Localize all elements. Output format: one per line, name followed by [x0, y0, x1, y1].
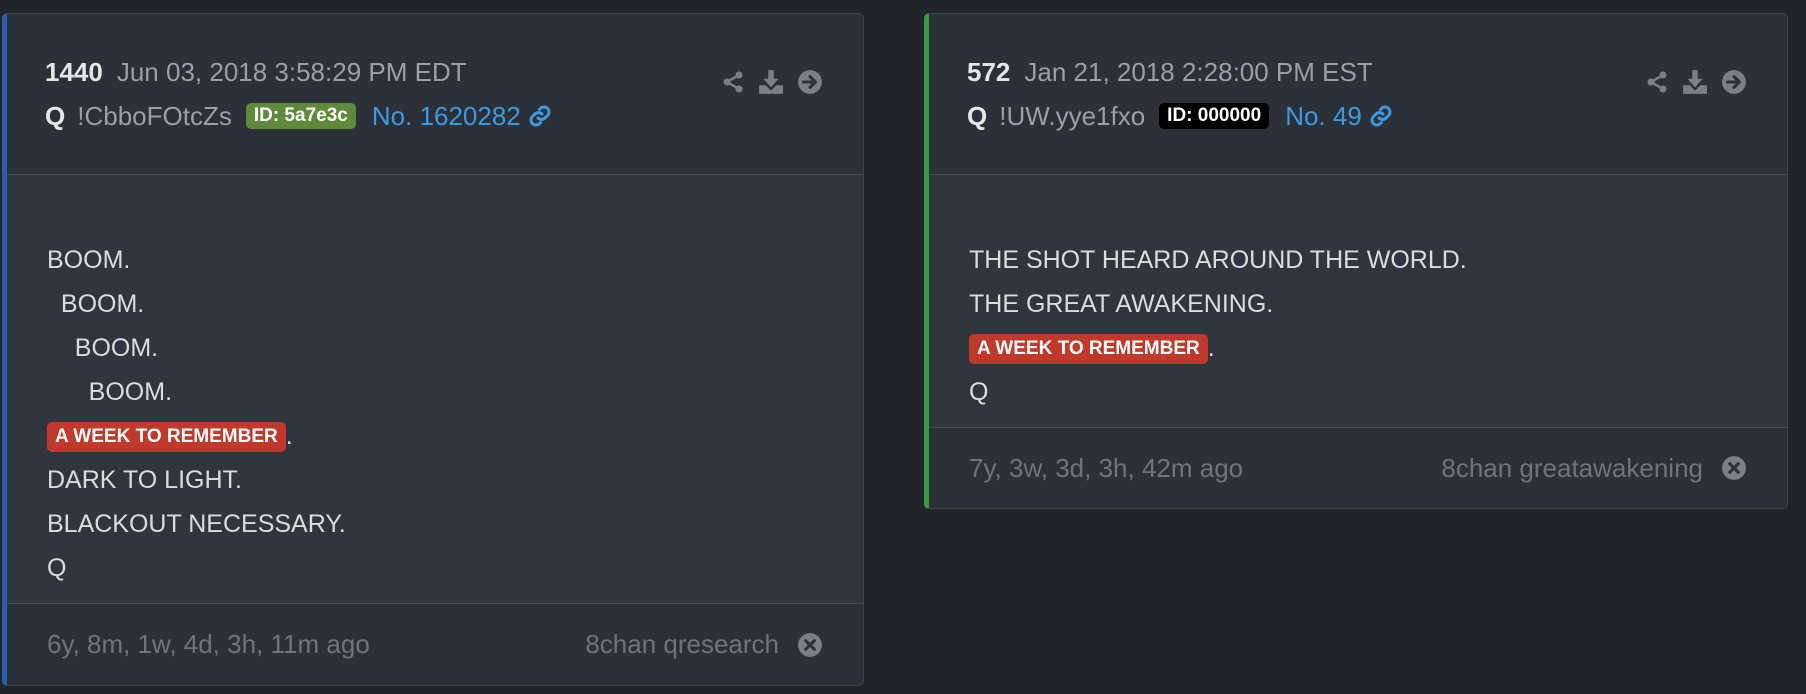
close-circle-icon[interactable]: [797, 632, 823, 658]
highlight-tag: A WEEK TO REMEMBER: [969, 334, 1208, 365]
post-card: 1440 Jun 03, 2018 3:58:29 PM EDT Q !Cbbo…: [2, 13, 864, 686]
highlight-tag: A WEEK TO REMEMBER: [47, 422, 286, 453]
tag-line: A WEEK TO REMEMBER.: [969, 326, 1467, 370]
post-actions: [721, 69, 823, 95]
download-icon[interactable]: [1682, 69, 1708, 95]
post-source: 8chan greatawakening: [1441, 428, 1747, 508]
tripcode: !CbboFOtcZs: [77, 100, 232, 131]
post-link-label: No. 49: [1285, 100, 1362, 131]
arrow-right-circle-icon[interactable]: [1721, 69, 1747, 95]
post-header: 572 Jan 21, 2018 2:28:00 PM EST Q !UW.yy…: [929, 14, 1787, 175]
post-footer: 7y, 3w, 3d, 3h, 42m ago 8chan greatawake…: [929, 427, 1787, 508]
link-icon: [1370, 105, 1392, 127]
post-author-row: Q !CbboFOtcZs ID: 5a7e3c No. 1620282: [45, 100, 825, 132]
post-line: BLACKOUT NECESSARY.: [47, 510, 346, 538]
post-meta-row: 572 Jan 21, 2018 2:28:00 PM EST: [967, 56, 1749, 88]
post-line: Q: [47, 554, 67, 582]
post-author: Q: [967, 100, 988, 131]
id-badge: ID: 000000: [1159, 103, 1270, 129]
share-icon[interactable]: [721, 70, 745, 94]
tripcode: !UW.yye1fxo: [999, 100, 1146, 131]
post-link[interactable]: No. 49: [1285, 101, 1393, 132]
post-meta-row: 1440 Jun 03, 2018 3:58:29 PM EDT: [45, 56, 825, 88]
post-line: BOOM.: [47, 378, 173, 406]
post-link-label: No. 1620282: [371, 100, 521, 131]
post-text: BOOM. BOOM. BOOM. BOOM. A WEEK TO REMEMB…: [47, 238, 346, 590]
post-body: BOOM. BOOM. BOOM. BOOM. A WEEK TO REMEMB…: [7, 175, 863, 604]
close-circle-icon[interactable]: [1721, 455, 1747, 481]
post-author: Q: [45, 100, 66, 131]
share-icon[interactable]: [1645, 70, 1669, 94]
tag-suffix: .: [1207, 334, 1215, 362]
post-date: Jun 03, 2018 3:58:29 PM EDT: [116, 56, 467, 87]
link-icon: [529, 105, 551, 127]
post-link[interactable]: No. 1620282: [372, 101, 552, 132]
post-line: BOOM.: [47, 290, 145, 318]
time-ago: 7y, 3w, 3d, 3h, 42m ago: [969, 452, 1244, 483]
post-line: THE GREAT AWAKENING.: [969, 290, 1274, 318]
post-author-row: Q !UW.yye1fxo ID: 000000 No. 49: [967, 100, 1749, 132]
post-body: THE SHOT HEARD AROUND THE WORLD. THE GRE…: [929, 175, 1787, 428]
download-icon[interactable]: [758, 69, 784, 95]
id-badge: ID: 5a7e3c: [245, 103, 356, 129]
arrow-right-circle-icon[interactable]: [797, 69, 823, 95]
post-number: 1440: [45, 56, 103, 87]
time-ago: 6y, 8m, 1w, 4d, 3h, 11m ago: [47, 629, 370, 659]
post-text: THE SHOT HEARD AROUND THE WORLD. THE GRE…: [969, 238, 1467, 414]
tag-line: A WEEK TO REMEMBER.: [47, 414, 346, 458]
post-source: 8chan qresearch: [585, 604, 823, 685]
post-line: BOOM.: [47, 246, 131, 274]
post-header: 1440 Jun 03, 2018 3:58:29 PM EDT Q !Cbbo…: [7, 14, 863, 175]
post-footer: 6y, 8m, 1w, 4d, 3h, 11m ago 8chan qresea…: [7, 603, 863, 685]
post-actions: [1645, 69, 1747, 95]
post-line: DARK TO LIGHT.: [47, 466, 242, 494]
post-number: 572: [967, 56, 1011, 87]
source-label: 8chan qresearch: [585, 629, 779, 659]
post-date: Jan 21, 2018 2:28:00 PM EST: [1024, 56, 1373, 87]
tag-suffix: .: [285, 422, 293, 450]
source-label: 8chan greatawakening: [1441, 452, 1703, 483]
post-card: 572 Jan 21, 2018 2:28:00 PM EST Q !UW.yy…: [924, 13, 1788, 509]
post-line: Q: [969, 378, 989, 406]
post-line: BOOM.: [47, 334, 159, 362]
post-line: THE SHOT HEARD AROUND THE WORLD.: [969, 246, 1467, 274]
